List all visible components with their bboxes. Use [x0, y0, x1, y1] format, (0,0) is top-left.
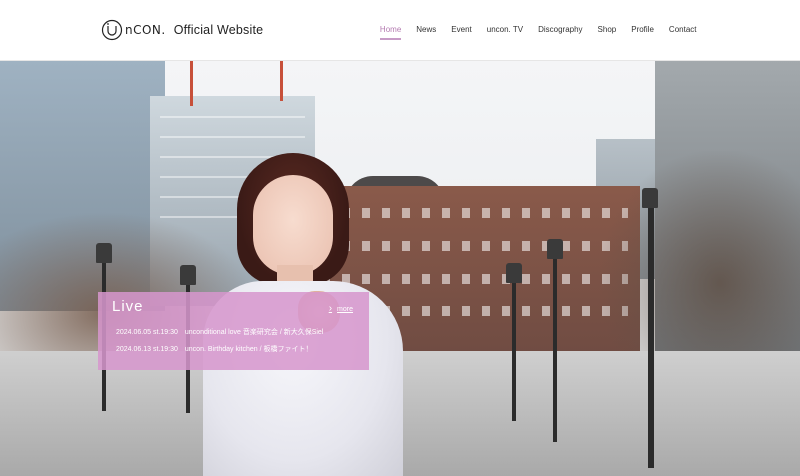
- site-header: nCON. Official Website Home News Event u…: [0, 0, 800, 61]
- street-lamp: [547, 239, 563, 442]
- main-nav: Home News Event uncon. TV Discography Sh…: [372, 24, 704, 40]
- crane: [280, 61, 283, 101]
- site-title: Official Website: [173, 23, 264, 37]
- nav-profile[interactable]: Profile: [624, 24, 662, 40]
- chevron-right-icon: ›: [328, 303, 333, 314]
- street-lamp: [642, 188, 658, 468]
- street-lamp: [506, 263, 522, 421]
- live-more-label: more: [337, 305, 353, 313]
- uncon-logo[interactable]: nCON.: [101, 19, 166, 41]
- nav-discography[interactable]: Discography: [531, 24, 590, 40]
- uncon-logo-icon: [101, 19, 123, 41]
- live-panel: Live › more 2024.06.05 st.19:30 uncondit…: [98, 292, 369, 370]
- nav-shop[interactable]: Shop: [590, 24, 624, 40]
- live-event-item[interactable]: 2024.06.05 st.19:30 unconditional love 音…: [116, 327, 323, 337]
- nav-home[interactable]: Home: [372, 24, 408, 40]
- nav-contact[interactable]: Contact: [661, 24, 704, 40]
- logo-text: nCON.: [125, 23, 166, 37]
- nav-uncon-tv[interactable]: uncon. TV: [479, 24, 530, 40]
- nav-event[interactable]: Event: [444, 24, 479, 40]
- hero-image: [0, 61, 800, 476]
- live-more-link[interactable]: › more: [328, 303, 353, 314]
- nav-news[interactable]: News: [409, 24, 444, 40]
- live-event-item[interactable]: 2024.06.13 st.19:30 uncon. Birthday kitc…: [116, 344, 313, 354]
- crane: [190, 61, 193, 106]
- brand[interactable]: nCON. Official Website: [101, 19, 263, 41]
- live-title: Live: [112, 298, 144, 315]
